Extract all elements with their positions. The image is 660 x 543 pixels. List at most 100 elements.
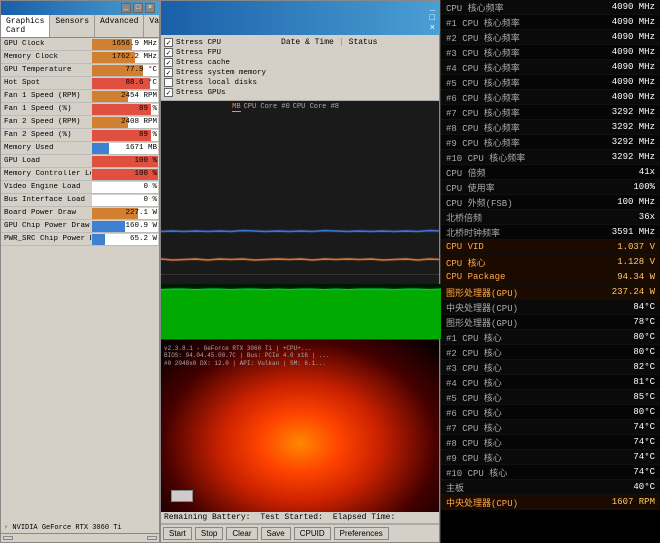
cpu-row-label: 中央处理器(CPU)	[446, 496, 518, 509]
cpu-info-row: #4 CPU 核心 81°C	[441, 375, 660, 390]
cpu-row-label: #8 CPU 核心	[446, 436, 502, 449]
cpu-row-label: #7 CPU 核心	[446, 421, 502, 434]
cpu-info-row: #8 CPU 核心 74°C	[441, 435, 660, 450]
stress-check-item[interactable]: Stress local disks	[164, 78, 266, 87]
start-button[interactable]: Start	[163, 527, 192, 540]
checkbox[interactable]	[164, 78, 173, 87]
gpu-sensor-row: Hot Spot 88.6 °C	[1, 77, 159, 90]
datetime-status: Date & Time | Status	[281, 38, 377, 97]
gpu-sensor-row: GPU Chip Power Draw 160.9 W	[1, 220, 159, 233]
cpu-row-label: #10 CPU 核心频率	[446, 151, 525, 164]
cpu-row-label: 北桥时钟频率	[446, 226, 500, 239]
stress-check-item[interactable]: ✓ Stress CPU	[164, 38, 266, 47]
sensor-bar: 89 %	[92, 130, 158, 141]
cpu-info-row: #9 CPU 核心 74°C	[441, 450, 660, 465]
close-button[interactable]: ×	[145, 3, 155, 13]
cpu-info-row: 主板 40°C	[441, 480, 660, 495]
stability-maximize[interactable]: □	[430, 13, 435, 23]
gpu-sensor-row: Fan 2 Speed (%) 89 %	[1, 129, 159, 142]
tab-advanced[interactable]: Advanced	[95, 15, 144, 37]
close-gpu-button[interactable]	[147, 536, 157, 540]
cpu-info-row: #1 CPU 核心频率 4090 MHz	[441, 15, 660, 30]
graph-tab-mb[interactable]: MB	[232, 103, 240, 112]
cpu-row-value: 1.037 V	[617, 242, 655, 252]
cpu-info-row: #9 CPU 核心频率 3292 MHz	[441, 135, 660, 150]
cpu-info-panel: CPU 核心频率 4090 MHz #1 CPU 核心频率 4090 MHz #…	[440, 0, 660, 543]
cpu-info-row: 图形处理器(GPU) 78°C	[441, 315, 660, 330]
stress-check-item[interactable]: ✓ Stress cache	[164, 58, 266, 67]
stress-check-item[interactable]: ✓ Stress FPU	[164, 48, 266, 57]
cpu-row-label: 图形处理器(GPU)	[446, 316, 518, 329]
cpu-info-row: #3 CPU 核心 82°C	[441, 360, 660, 375]
gpu-sensor-row: GPU Temperature 77.9 °C	[1, 64, 159, 77]
reset-button[interactable]	[3, 536, 13, 540]
checkbox[interactable]: ✓	[164, 58, 173, 67]
stress-check-item[interactable]: ✓ Stress GPUs	[164, 88, 266, 97]
cpuid-button[interactable]: CPUID	[294, 527, 331, 540]
cpu-row-value: 41x	[639, 167, 655, 177]
stop-button[interactable]: Stop	[195, 527, 223, 540]
checkbox[interactable]: ✓	[164, 88, 173, 97]
gpu-z-tabs: Graphics Card Sensors Advanced Validatio…	[1, 15, 159, 38]
cpu-row-value: 80°C	[633, 332, 655, 342]
cpu-row-label: #8 CPU 核心频率	[446, 121, 520, 134]
sensor-bar: 77.9 °C	[92, 65, 158, 76]
cpu-row-value: 4090 MHz	[612, 92, 655, 102]
graph-tabs: MB CPU Core #0 CPU Core #8	[232, 103, 339, 112]
stress-label: Stress system memory	[176, 69, 266, 77]
sensor-bar: 0 %	[92, 182, 158, 193]
cpu-info-row: CPU 核心频率 4090 MHz	[441, 0, 660, 15]
gpu-z-panel: _ □ × Graphics Card Sensors Advanced Val…	[0, 0, 160, 543]
cpu-row-label: #5 CPU 核心频率	[446, 76, 520, 89]
window-controls: _ □ ×	[121, 3, 155, 13]
cpu-row-label: #6 CPU 核心频率	[446, 91, 520, 104]
cpu-row-value: 1607 RPM	[612, 497, 655, 507]
cpu-info-row: #5 CPU 核心 85°C	[441, 390, 660, 405]
stress-label: Stress cache	[176, 59, 230, 67]
preferences-button[interactable]: Preferences	[334, 527, 389, 540]
sensor-bar: 0 %	[92, 195, 158, 206]
cpu-row-value: 3292 MHz	[612, 122, 655, 132]
tab-sensors[interactable]: Sensors	[50, 15, 95, 37]
cpu-row-value: 100 MHz	[617, 197, 655, 207]
stability-close[interactable]: ×	[430, 23, 435, 33]
save-button[interactable]: Save	[261, 527, 291, 540]
cpu-row-label: CPU 使用率	[446, 181, 495, 194]
stress-check-item[interactable]: ✓ Stress system memory	[164, 68, 266, 77]
tab-graphics-card[interactable]: Graphics Card	[1, 15, 50, 37]
cpu-row-label: 北桥倍频	[446, 211, 482, 224]
checkbox[interactable]: ✓	[164, 48, 173, 57]
cpu-row-label: 图形处理器(GPU)	[446, 286, 518, 299]
minimize-button[interactable]: _	[121, 3, 131, 13]
cpu-info-row: CPU 倍频 41x	[441, 165, 660, 180]
cpu-row-value: 85°C	[633, 392, 655, 402]
sensor-bar: 100 %	[92, 156, 158, 167]
graph-motherboard: MB CPU Core #0 CPU Core #8	[161, 101, 439, 275]
cpu-row-label: #3 CPU 核心	[446, 361, 502, 374]
sensor-bar: 100 %	[92, 169, 158, 180]
sensor-bar: 1656.9 MHz	[92, 39, 158, 50]
maximize-button[interactable]: □	[133, 3, 143, 13]
cpu-row-label: #4 CPU 核心频率	[446, 61, 520, 74]
stability-minimize[interactable]: _	[430, 3, 435, 13]
gpu-sensor-row: Bus Interface Load 0 %	[1, 194, 159, 207]
cpu-row-value: 3591 MHz	[612, 227, 655, 237]
checkbox[interactable]: ✓	[164, 68, 173, 77]
graph-tab-cpu-end[interactable]: CPU Core #8	[293, 103, 339, 112]
graph-tab-cpu0[interactable]: CPU Core #0	[244, 103, 290, 112]
cpu-row-label: #2 CPU 核心	[446, 346, 502, 359]
cpu-info-row: CPU Package 94.34 W	[441, 270, 660, 285]
cpu-info-row: #2 CPU 核心 80°C	[441, 345, 660, 360]
cpu-row-label: 主板	[446, 481, 464, 494]
clear-button[interactable]: Clear	[226, 527, 257, 540]
gpu-sensor-row: Fan 1 Speed (%) 89 %	[1, 103, 159, 116]
cpu-row-value: 4090 MHz	[612, 32, 655, 42]
cpu-row-value: 4090 MHz	[612, 17, 655, 27]
cpu-info-row: #3 CPU 核心频率 4090 MHz	[441, 45, 660, 60]
test-info-row: Remaining Battery: Test Started: Elapsed…	[161, 512, 439, 524]
checkbox[interactable]: ✓	[164, 38, 173, 47]
cpu-row-value: 4090 MHz	[612, 2, 655, 12]
stability-titlebar: _ □ ×	[161, 1, 439, 35]
sensor-bar: 2454 RPM	[92, 91, 158, 102]
cpu-row-value: 80°C	[633, 407, 655, 417]
